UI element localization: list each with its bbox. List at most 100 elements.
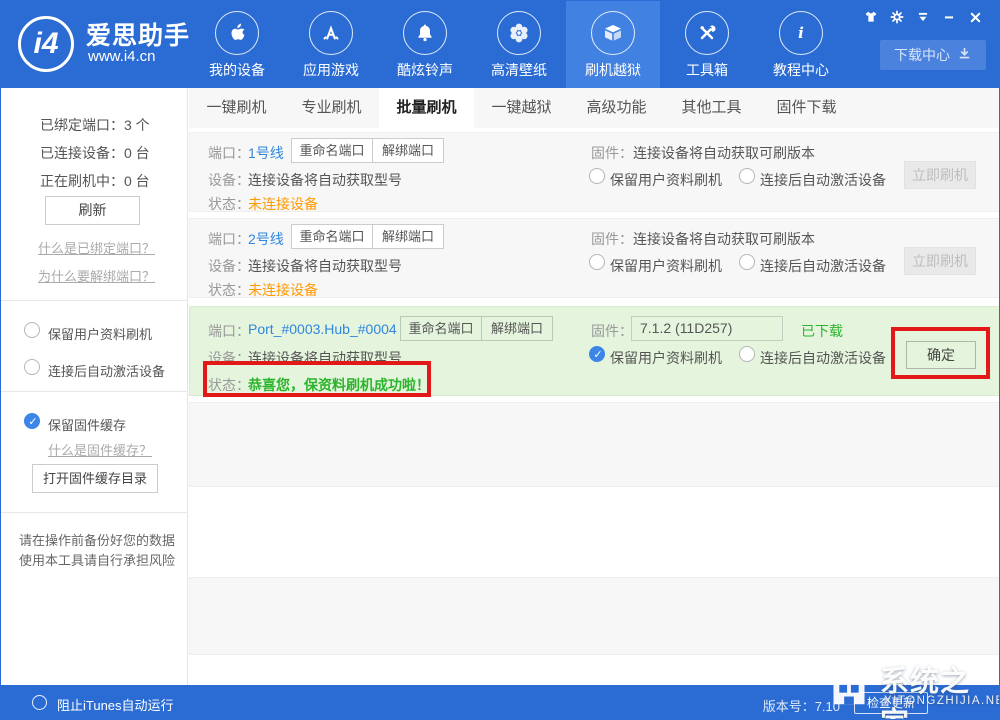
nav-item-my-devices[interactable]: 我的设备 (190, 0, 284, 88)
app-url: www.i4.cn (88, 48, 156, 65)
radio-keep-user-data-label: 保留用户资料刷机 (610, 256, 722, 276)
nav-item-apps-games[interactable]: 应用游戏 (284, 0, 378, 88)
radio-keep-user-data-label: 保留用户资料刷机 (48, 324, 152, 343)
link-why-unbind-port[interactable]: 为什么要解绑端口？ (38, 266, 155, 285)
device-label: 设备： (208, 256, 250, 276)
link-what-is-firmware-cache[interactable]: 什么是固件缓存？ (48, 440, 152, 459)
firmware-version-box[interactable]: 7.1.2 (11D257) (631, 316, 783, 341)
checkbox-block-itunes[interactable] (32, 695, 47, 710)
firmware-label: 固件： (591, 143, 633, 163)
radio-keep-user-data[interactable] (24, 322, 40, 338)
nav-item-wallpapers[interactable]: 高清壁纸 (472, 0, 566, 88)
flash-now-button[interactable]: 立即刷机 (904, 247, 976, 275)
download-center-button[interactable]: 下载中心 (880, 40, 986, 70)
tools-icon (685, 11, 729, 55)
port-label: 端口： (208, 321, 250, 341)
firmware-label: 固件： (591, 321, 633, 341)
confirm-button[interactable]: 确定 (906, 341, 976, 369)
radio-auto-activate[interactable] (739, 346, 755, 362)
apple-icon (215, 11, 259, 55)
link-what-is-bound-port[interactable]: 什么是已绑定端口？ (38, 238, 155, 257)
radio-auto-activate-label: 连接后自动激活设备 (48, 361, 165, 380)
firmware-value: 连接设备将自动获取可刷版本 (633, 229, 815, 249)
sidebar-divider (0, 512, 188, 513)
checkbox-keep-firmware-cache-label: 保留固件缓存 (48, 415, 126, 434)
checkbox-keep-firmware-cache[interactable] (24, 413, 40, 429)
firmware-label: 固件： (591, 229, 633, 249)
tab-one-click-flash[interactable]: 一键刷机 (189, 88, 284, 128)
collapse-menu-icon[interactable] (914, 8, 932, 26)
tab-firmware-download[interactable]: 固件下载 (759, 88, 854, 128)
status-label: 状态： (208, 280, 250, 300)
nav-label: 教程中心 (754, 60, 848, 80)
nav-label: 酷炫铃声 (378, 60, 472, 80)
backup-warning-line1: 请在操作前备份好您的数据 (14, 530, 180, 549)
sidebar-divider (0, 300, 188, 301)
tab-pro-flash[interactable]: 专业刷机 (284, 88, 379, 128)
rename-port-button[interactable]: 重命名端口 (291, 138, 373, 163)
settings-gear-icon[interactable] (888, 8, 906, 26)
status-value: 恭喜您，保资料刷机成功啦！ (248, 375, 430, 395)
radio-auto-activate-label: 连接后自动激活设备 (760, 256, 886, 276)
device-value: 连接设备将自动获取型号 (248, 348, 402, 368)
download-center-label: 下载中心 (894, 45, 950, 65)
port-name: Port_#0003.Hub_#0004 (248, 321, 397, 337)
skin-icon[interactable] (862, 8, 880, 26)
nav-item-toolbox[interactable]: 工具箱 (660, 0, 754, 88)
jailbreak-box-icon (591, 11, 635, 55)
refresh-button[interactable]: 刷新 (45, 196, 140, 225)
unbind-port-button[interactable]: 解绑端口 (372, 224, 444, 249)
check-update-button[interactable]: 检查更新 (854, 692, 928, 714)
tab-other-tools[interactable]: 其他工具 (664, 88, 759, 128)
device-label: 设备： (208, 348, 250, 368)
radio-auto-activate[interactable] (739, 168, 755, 184)
device-value: 连接设备将自动获取型号 (248, 256, 402, 276)
port-label: 端口： (208, 143, 250, 163)
nav-item-tutorials[interactable]: i 教程中心 (754, 0, 848, 88)
open-firmware-cache-button[interactable]: 打开固件缓存目录 (32, 464, 158, 493)
app-store-icon (309, 11, 353, 55)
flash-tabs: 一键刷机 专业刷机 批量刷机 一键越狱 高级功能 其他工具 固件下载 (189, 88, 1000, 128)
svg-text:i: i (798, 24, 804, 42)
stat-connected-devices: 已连接设备：0 台 (40, 143, 150, 163)
rename-port-button[interactable]: 重命名端口 (291, 224, 373, 249)
version-text: 版本号：7.10 (763, 696, 840, 715)
status-value: 未连接设备 (248, 194, 318, 214)
radio-keep-user-data[interactable] (589, 168, 605, 184)
radio-keep-user-data[interactable] (589, 346, 605, 362)
header: i4 爱思助手 www.i4.cn 我的设备 应用游戏 酷炫铃 (0, 0, 1000, 88)
device-label: 设备： (208, 170, 250, 190)
tab-batch-flash[interactable]: 批量刷机 (379, 88, 474, 128)
tab-advanced[interactable]: 高级功能 (569, 88, 664, 128)
device-value: 连接设备将自动获取型号 (248, 170, 402, 190)
port-row-2: 端口： 2号线 重命名端口 解绑端口 固件： 连接设备将自动获取可刷版本 设备：… (189, 218, 1000, 298)
flash-now-button[interactable]: 立即刷机 (904, 161, 976, 189)
nav-label: 高清壁纸 (472, 60, 566, 80)
status-value: 未连接设备 (248, 280, 318, 300)
unbind-port-button[interactable]: 解绑端口 (481, 316, 553, 341)
nav-item-flash-jailbreak[interactable]: 刷机越狱 (566, 0, 660, 88)
radio-auto-activate[interactable] (739, 254, 755, 270)
radio-keep-user-data-label: 保留用户资料刷机 (610, 170, 722, 190)
app-logo: i4 爱思助手 www.i4.cn (16, 14, 196, 76)
minimize-icon[interactable] (940, 8, 958, 26)
nav-label: 应用游戏 (284, 60, 378, 80)
rename-port-button[interactable]: 重命名端口 (400, 316, 482, 341)
info-icon: i (779, 11, 823, 55)
main-nav: 我的设备 应用游戏 酷炫铃声 高清壁纸 (190, 0, 848, 88)
radio-keep-user-data[interactable] (589, 254, 605, 270)
bottom-bar: 阻止iTunes自动运行 版本号：7.10 检查更新 (0, 685, 1000, 720)
nav-label: 工具箱 (660, 60, 754, 80)
empty-row-slot (189, 577, 1000, 655)
radio-auto-activate[interactable] (24, 359, 40, 375)
nav-item-ringtones[interactable]: 酷炫铃声 (378, 0, 472, 88)
firmware-downloaded-tag: 已下载 (801, 321, 843, 341)
stat-flashing-devices: 正在刷机中：0 台 (40, 171, 150, 191)
stat-bound-ports: 已绑定端口：3 个 (40, 115, 150, 135)
port-label: 端口： (208, 229, 250, 249)
sidebar: 已绑定端口：3 个 已连接设备：0 台 正在刷机中：0 台 刷新 什么是已绑定端… (0, 88, 188, 685)
tab-one-click-jailbreak[interactable]: 一键越狱 (474, 88, 569, 128)
port-row-1: 端口： 1号线 重命名端口 解绑端口 固件： 连接设备将自动获取可刷版本 设备：… (189, 132, 1000, 212)
unbind-port-button[interactable]: 解绑端口 (372, 138, 444, 163)
close-icon[interactable] (966, 8, 984, 26)
